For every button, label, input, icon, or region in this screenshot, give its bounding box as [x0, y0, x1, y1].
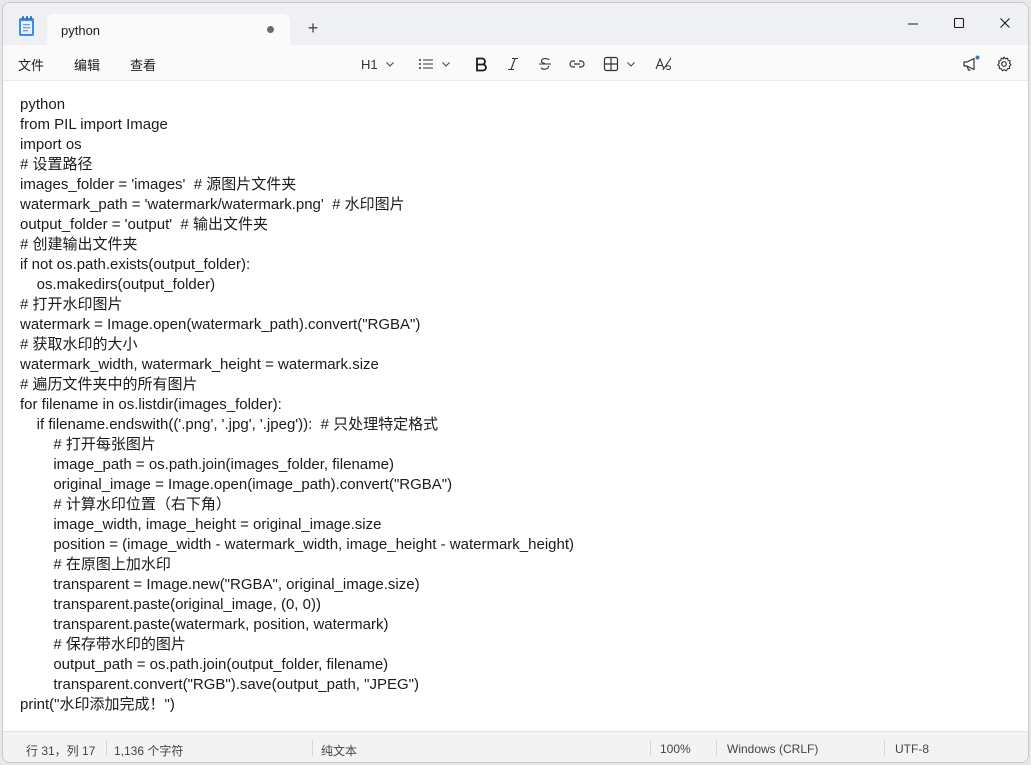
list-icon [419, 59, 433, 69]
unsaved-indicator-icon[interactable] [267, 26, 274, 33]
editor-line[interactable]: if not os.path.exists(output_folder): [20, 255, 574, 275]
zoom-level[interactable]: 100% [660, 742, 691, 756]
status-divider [884, 740, 885, 756]
editor-line[interactable]: transparent.convert("RGB").save(output_p… [20, 675, 574, 695]
editor-line[interactable]: image_path = os.path.join(images_folder,… [20, 455, 574, 475]
maximize-icon [953, 17, 965, 29]
title-bar: python + [3, 3, 1028, 45]
editor-line[interactable]: os.makedirs(output_folder) [20, 275, 574, 295]
editor-line[interactable]: python [20, 95, 574, 115]
editor-line[interactable]: # 设置路径 [20, 155, 574, 175]
document-tab[interactable]: python [47, 14, 290, 45]
menu-view[interactable]: 查看 [130, 55, 156, 74]
menu-edit[interactable]: 编辑 [74, 55, 100, 74]
link-button[interactable] [568, 53, 586, 75]
announcement-button[interactable] [962, 53, 980, 75]
chevron-down-icon [627, 62, 635, 67]
character-count: 1,136 个字符 [114, 744, 184, 758]
minimize-button[interactable] [890, 9, 936, 37]
bold-icon [476, 57, 487, 72]
table-dropdown[interactable] [603, 53, 637, 75]
editor-line[interactable]: output_folder = 'output' # 输出文件夹 [20, 215, 574, 235]
status-divider [106, 740, 107, 756]
cursor-position: 行 31，列 17 [26, 744, 96, 758]
editor-line[interactable]: # 计算水印位置（右下角） [20, 495, 574, 515]
editor-line[interactable]: watermark_width, watermark_height = wate… [20, 355, 574, 375]
tab-title: python [61, 23, 101, 38]
editor-line[interactable]: position = (image_width - watermark_widt… [20, 535, 574, 555]
clear-formatting-button[interactable] [655, 53, 673, 75]
editor-line[interactable]: watermark = Image.open(watermark_path).c… [20, 315, 574, 335]
announcement-icon [963, 55, 980, 71]
editor-line[interactable]: import os [20, 135, 574, 155]
status-divider [650, 740, 651, 756]
editor-line[interactable]: watermark_path = 'watermark/watermark.pn… [20, 195, 574, 215]
status-divider [312, 740, 313, 756]
editor-line[interactable]: # 保存带水印的图片 [20, 635, 574, 655]
editor-line[interactable]: image_width, image_height = original_ima… [20, 515, 574, 535]
editor-line[interactable]: # 创建输出文件夹 [20, 235, 574, 255]
strikethrough-button[interactable] [537, 53, 553, 75]
new-tab-button[interactable]: + [303, 18, 323, 38]
italic-icon [508, 57, 518, 71]
chevron-down-icon [385, 62, 394, 67]
editor-line[interactable]: # 获取水印的大小 [20, 335, 574, 355]
table-icon [603, 56, 619, 72]
editor-line[interactable]: from PIL import Image [20, 115, 574, 135]
notepad-window: python + 文件 编辑 查看 H1 python from PIL imp… [2, 2, 1029, 763]
editor-line[interactable]: # 打开水印图片 [20, 295, 574, 315]
editor-line[interactable]: transparent.paste(original_image, (0, 0)… [20, 595, 574, 615]
editor-content[interactable]: python from PIL import Image import os # 设置… [20, 95, 574, 715]
editor-line[interactable]: transparent = Image.new("RGBA", original… [20, 575, 574, 595]
editor-line[interactable]: for filename in os.listdir(images_folder… [20, 395, 574, 415]
maximize-button[interactable] [936, 9, 982, 37]
editor-line[interactable]: transparent.paste(watermark, position, w… [20, 615, 574, 635]
editor-line[interactable]: original_image = Image.open(image_path).… [20, 475, 574, 495]
bold-button[interactable] [473, 53, 489, 75]
line-ending[interactable]: Windows (CRLF) [727, 742, 818, 756]
strikethrough-icon [539, 57, 551, 70]
menu-bar: 文件 编辑 查看 H1 [3, 45, 1028, 81]
editor-line[interactable]: if filename.endswith(('.png', '.jpg', '.… [20, 415, 574, 435]
editor-line[interactable]: # 打开每张图片 [20, 435, 574, 455]
notepad-app-icon [17, 15, 37, 37]
list-dropdown[interactable] [418, 53, 452, 75]
heading-level: H1 [361, 56, 378, 72]
heading-dropdown[interactable]: H1 [361, 53, 396, 75]
link-icon [569, 60, 585, 68]
editor-line[interactable]: print("水印添加完成！") [20, 695, 574, 715]
clear-formatting-icon [655, 57, 672, 71]
format-mode[interactable]: 纯文本 [321, 742, 357, 759]
settings-icon [997, 56, 1012, 72]
encoding[interactable]: UTF-8 [895, 742, 929, 756]
close-icon [1000, 18, 1010, 28]
editor-line[interactable]: # 遍历文件夹中的所有图片 [20, 375, 574, 395]
chevron-down-icon [442, 62, 450, 67]
editor-line[interactable]: output_path = os.path.join(output_folder… [20, 655, 574, 675]
settings-button[interactable] [996, 53, 1012, 75]
minimize-icon [908, 23, 918, 25]
menu-file[interactable]: 文件 [18, 55, 44, 74]
editor-line[interactable]: images_folder = 'images' # 源图片文件夹 [20, 175, 574, 195]
editor-line[interactable]: # 在原图上加水印 [20, 555, 574, 575]
italic-button[interactable] [505, 53, 521, 75]
status-bar: 行 31，列 17 1,136 个字符 纯文本 100% Windows (CR… [3, 731, 1028, 762]
close-button[interactable] [982, 9, 1028, 37]
text-editor[interactable]: python from PIL import Image import os # 设置… [3, 82, 1028, 731]
status-divider [716, 740, 717, 756]
